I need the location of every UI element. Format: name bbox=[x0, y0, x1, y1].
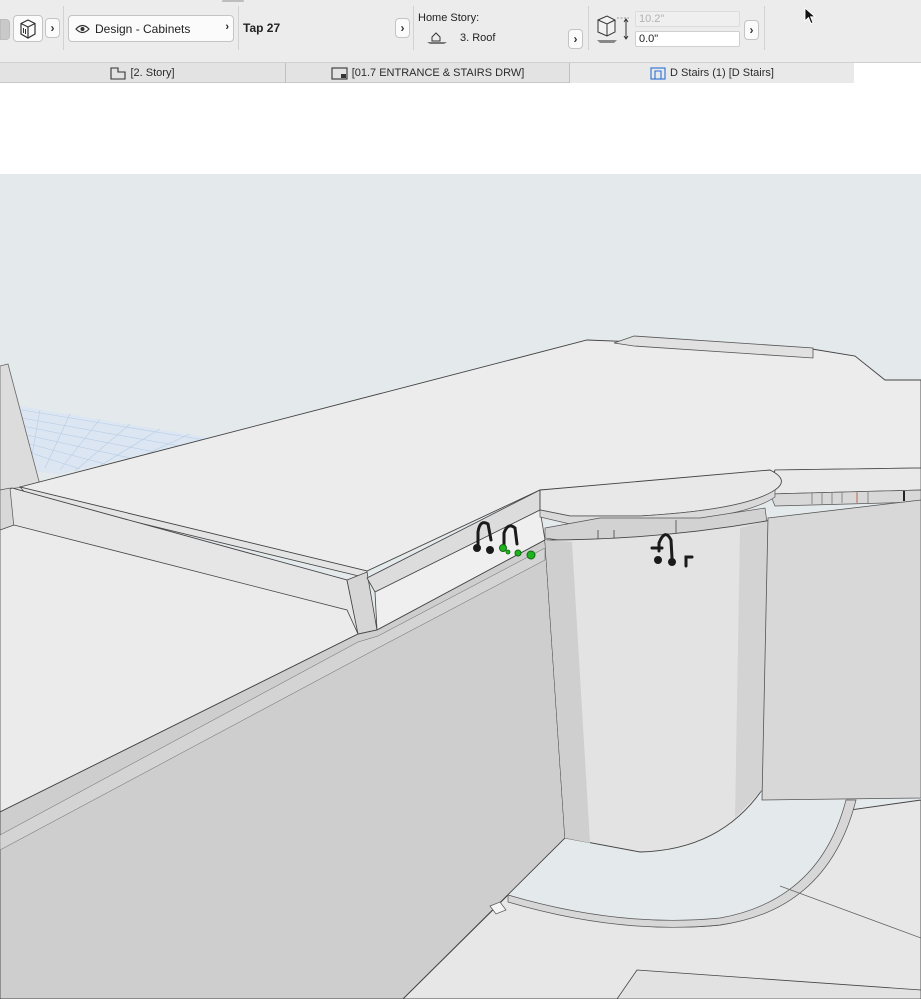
tab-label: [01.7 ENTRANCE & STAIRS DRW] bbox=[351, 67, 525, 79]
tab-entrance-stairs-layout[interactable]: [01.7 ENTRANCE & STAIRS DRW] bbox=[285, 63, 569, 83]
layout-sheet-icon bbox=[331, 66, 348, 80]
right-deck bbox=[769, 467, 921, 495]
chevron-right-icon: › bbox=[50, 21, 55, 35]
toolbar-resize-handle[interactable] bbox=[222, 0, 244, 2]
elevation-expand-button[interactable]: › bbox=[744, 20, 759, 40]
cabinet-object-icon bbox=[20, 18, 36, 39]
floor-plan-icon bbox=[110, 66, 127, 80]
chevron-right-icon: › bbox=[573, 32, 578, 46]
home-story-expand-button[interactable]: › bbox=[568, 29, 583, 49]
3d-viewport[interactable] bbox=[0, 83, 921, 999]
info-box-toolbar: › Design - Cabinets › Tap 27 › Home Stor… bbox=[0, 0, 921, 63]
object-settings-button[interactable] bbox=[13, 15, 43, 42]
home-story-value[interactable]: 3. Roof bbox=[460, 32, 495, 44]
element-id-label: Tap 27 bbox=[243, 21, 281, 35]
home-story-label: Home Story: bbox=[418, 12, 480, 24]
archicad-window: › Design - Cabinets › Tap 27 › Home Stor… bbox=[0, 0, 921, 999]
mouse-cursor-icon bbox=[804, 7, 816, 25]
blank-band bbox=[0, 83, 921, 174]
view-option-dropdown[interactable]: Design - Cabinets › bbox=[68, 15, 234, 42]
3d-model-scene[interactable] bbox=[0, 83, 921, 999]
view-option-label: Design - Cabinets bbox=[95, 21, 191, 36]
element-id-expand-button[interactable]: › bbox=[395, 18, 410, 38]
elevation-offset-icon bbox=[597, 15, 629, 43]
previous-panel-button[interactable] bbox=[0, 19, 10, 40]
chevron-right-icon: › bbox=[749, 23, 754, 37]
elevation-field[interactable]: 10.2" bbox=[635, 11, 740, 27]
tab-story[interactable]: [2. Story] bbox=[0, 63, 285, 83]
object-settings-expand-button[interactable]: › bbox=[45, 18, 60, 38]
tab-label: [2. Story] bbox=[130, 67, 175, 79]
eye-icon bbox=[75, 24, 90, 33]
tab-d-stairs[interactable]: D Stairs (1) [D Stairs] bbox=[569, 63, 854, 83]
offset-field[interactable]: 0.0" bbox=[635, 31, 740, 47]
chevron-right-icon: › bbox=[400, 21, 405, 35]
elevation-view-icon bbox=[650, 66, 666, 80]
right-building bbox=[761, 499, 921, 801]
chevron-right-icon: › bbox=[225, 21, 229, 33]
tab-label: D Stairs (1) [D Stairs] bbox=[670, 67, 774, 79]
home-story-icon bbox=[427, 32, 447, 44]
view-tab-bar: [2. Story] [01.7 ENTRANCE & STAIRS DRW] … bbox=[0, 63, 854, 83]
